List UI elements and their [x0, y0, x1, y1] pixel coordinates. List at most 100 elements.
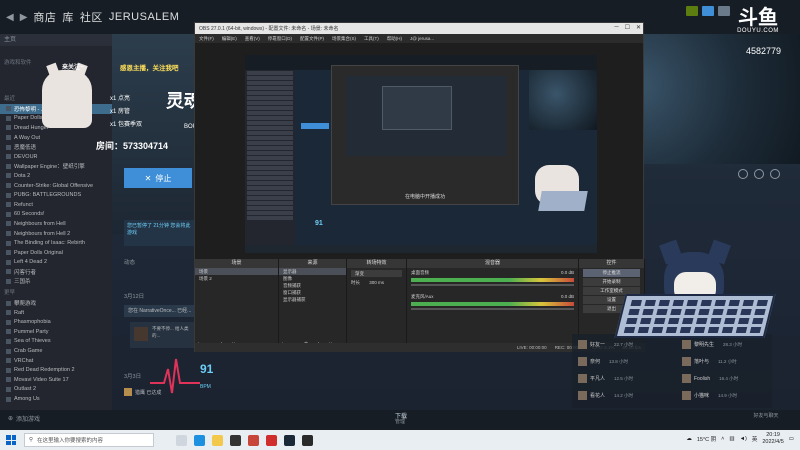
- notification-icon[interactable]: [686, 6, 698, 16]
- game-icon: [6, 269, 11, 275]
- sources-title: 来源: [279, 259, 346, 268]
- friend-playtime-item[interactable]: Foolish 16.4 小时: [682, 374, 738, 383]
- favorite-icon[interactable]: [770, 169, 780, 179]
- ime-icon[interactable]: 英: [752, 435, 758, 443]
- obs-menu-item[interactable]: J@ jerusa...: [410, 36, 434, 41]
- task-view-icon[interactable]: [176, 434, 187, 446]
- volume-slider[interactable]: [411, 284, 574, 286]
- sidebar-game-label: 闪客行者: [14, 269, 37, 276]
- sidebar-game-item[interactable]: Phasmophobia: [0, 317, 112, 327]
- obs-menu-item[interactable]: 查看(V): [245, 36, 260, 42]
- sidebar-game-item[interactable]: Neighbours from Hell 2: [0, 229, 112, 239]
- volume-slider[interactable]: [411, 308, 574, 310]
- sidebar-game-item[interactable]: Red Dead Redemption 2: [0, 365, 112, 375]
- sidebar-game-item[interactable]: Outlast 2: [0, 385, 112, 395]
- netease-icon[interactable]: [266, 434, 277, 446]
- source-item[interactable]: 显示器: [279, 268, 346, 275]
- friend-playtime-item[interactable]: 小猫咪 14.9 小时: [682, 391, 737, 400]
- sidebar-home[interactable]: 主页: [0, 34, 112, 46]
- game-icon: [6, 310, 11, 316]
- obs-menu-item[interactable]: 工具(T): [364, 36, 379, 42]
- weather-text[interactable]: 15°C 阴: [697, 435, 716, 443]
- taskbar-search[interactable]: ⚲ 在这里输入你要搜索的内容: [24, 433, 154, 447]
- sidebar-game-item[interactable]: Neighbours from Hell: [0, 219, 112, 229]
- scenes-dock: 场景 场景 场景 2 + − ∧ ∨: [195, 259, 279, 352]
- mail-icon[interactable]: [702, 6, 714, 16]
- source-item[interactable]: 音频捕获: [279, 282, 346, 289]
- sidebar-game-item[interactable]: Left 4 Dead 2: [0, 258, 112, 268]
- tab-profile[interactable]: JERUSALEM: [109, 11, 180, 23]
- sidebar-game-item[interactable]: 攀爬游戏: [0, 298, 112, 308]
- source-item[interactable]: 窗口捕获: [279, 289, 346, 296]
- network-icon[interactable]: ▥: [729, 436, 734, 442]
- tab-library[interactable]: 库: [62, 9, 74, 25]
- file-explorer-icon[interactable]: [212, 434, 223, 446]
- sidebar-game-item[interactable]: Raft: [0, 308, 112, 318]
- activity-row[interactable]: 您在 NarrativeOnce... 已经...: [124, 305, 196, 317]
- friend-playtime-item[interactable]: 平凡人 12.5 小时: [578, 374, 633, 383]
- sidebar-game-item[interactable]: Pummel Party: [0, 327, 112, 337]
- friend-playtime-item[interactable]: 落叶与 11.2 小时: [682, 357, 737, 366]
- obs-menu-item[interactable]: 配置文件(P): [300, 36, 324, 42]
- scene-item[interactable]: 场景: [195, 268, 278, 275]
- sidebar-game-item[interactable]: The Binding of Isaac: Rebirth: [0, 238, 112, 248]
- edge-icon[interactable]: [194, 434, 205, 446]
- scenes-title: 场景: [195, 259, 278, 268]
- friends-chat-button[interactable]: 好友与聊天: [752, 413, 780, 419]
- close-window-icon[interactable]: ✕: [636, 24, 641, 31]
- forward-arrow-icon[interactable]: ▶: [20, 12, 28, 23]
- tab-community[interactable]: 社区: [80, 9, 103, 25]
- obs-title-text: OBS 27.0.1 (64-bit, windows) - 配置文件: 未命名…: [199, 26, 339, 32]
- source-item[interactable]: 图像: [279, 275, 346, 282]
- friend-playtime-item[interactable]: 奈何 13.8 小时: [578, 357, 628, 366]
- transition-select[interactable]: 渐变: [351, 270, 402, 277]
- source-item[interactable]: 显示器捕获: [279, 296, 346, 303]
- game-icon: [6, 106, 11, 112]
- settings-icon[interactable]: [738, 169, 748, 179]
- activity-card[interactable]: 不要不停... 给人类的...: [130, 322, 198, 348]
- obs-menu-item[interactable]: 编辑(E): [222, 36, 237, 42]
- steam-icon[interactable]: [284, 434, 295, 446]
- chevron-up-icon[interactable]: ˄: [721, 436, 724, 442]
- game-icon: [6, 396, 11, 402]
- sidebar-game-item[interactable]: PUBG: BATTLEGROUNDS: [0, 190, 112, 200]
- weather-icon[interactable]: ☁: [686, 436, 692, 442]
- sidebar-game-item[interactable]: Crab Game: [0, 346, 112, 356]
- game-icon[interactable]: [302, 434, 313, 446]
- sidebar-game-item[interactable]: 闪客行者: [0, 267, 112, 277]
- sidebar-game-item[interactable]: Movavi Video Suite 17: [0, 375, 112, 385]
- sidebar-game-item[interactable]: Dota 2: [0, 171, 112, 181]
- sidebar-game-item[interactable]: Paper Dolls Original: [0, 248, 112, 258]
- obs-menu-item[interactable]: 场景集合(S): [332, 36, 356, 42]
- back-arrow-icon[interactable]: ◀: [6, 12, 14, 23]
- sidebar-game-item[interactable]: VRChat: [0, 356, 112, 366]
- minimize-icon[interactable]: ─: [614, 24, 618, 31]
- scene-item[interactable]: 场景 2: [195, 275, 278, 282]
- sidebar-game-item[interactable]: 60 Seconds!: [0, 210, 112, 220]
- tab-store[interactable]: 商店: [33, 9, 56, 25]
- notification-center-icon[interactable]: ▭: [789, 436, 794, 442]
- maximize-icon[interactable]: ☐: [625, 24, 630, 31]
- clock[interactable]: 20:19 2022/4/5: [762, 432, 783, 446]
- sidebar-game-item[interactable]: Refunct: [0, 200, 112, 210]
- volume-icon[interactable]: ◄): [740, 436, 747, 442]
- info-icon[interactable]: [754, 169, 764, 179]
- obs-menu-item[interactable]: 文件(F): [199, 36, 214, 42]
- sidebar-game-item[interactable]: 三国杀: [0, 277, 112, 287]
- app-icon[interactable]: [248, 434, 259, 446]
- duration-input[interactable]: 300 ms: [369, 280, 384, 285]
- obs-menu-item[interactable]: 停靠窗口(D): [268, 36, 292, 42]
- obs-icon[interactable]: [230, 434, 241, 446]
- friend-playtime-item[interactable]: 看花人 14.2 小时: [578, 391, 633, 400]
- sidebar-game-item[interactable]: Wallpaper Engine：壁纸引擎: [0, 162, 112, 172]
- obs-preview[interactable]: 在电脑中开播成功 91: [245, 55, 597, 253]
- sidebar-game-label: VRChat: [14, 357, 34, 364]
- windows-start-icon[interactable]: [6, 435, 16, 445]
- add-game-button[interactable]: ⊕ 添加游戏: [8, 414, 40, 423]
- obs-menu-item[interactable]: 帮助(H): [387, 36, 402, 42]
- game-icon: [6, 377, 11, 383]
- sidebar-game-item[interactable]: Among Us: [0, 394, 112, 404]
- sidebar-game-item[interactable]: Sea of Thieves: [0, 337, 112, 347]
- stop-button[interactable]: ✕ 停止: [124, 168, 192, 188]
- sidebar-game-item[interactable]: Counter-Strike: Global Offensive: [0, 181, 112, 191]
